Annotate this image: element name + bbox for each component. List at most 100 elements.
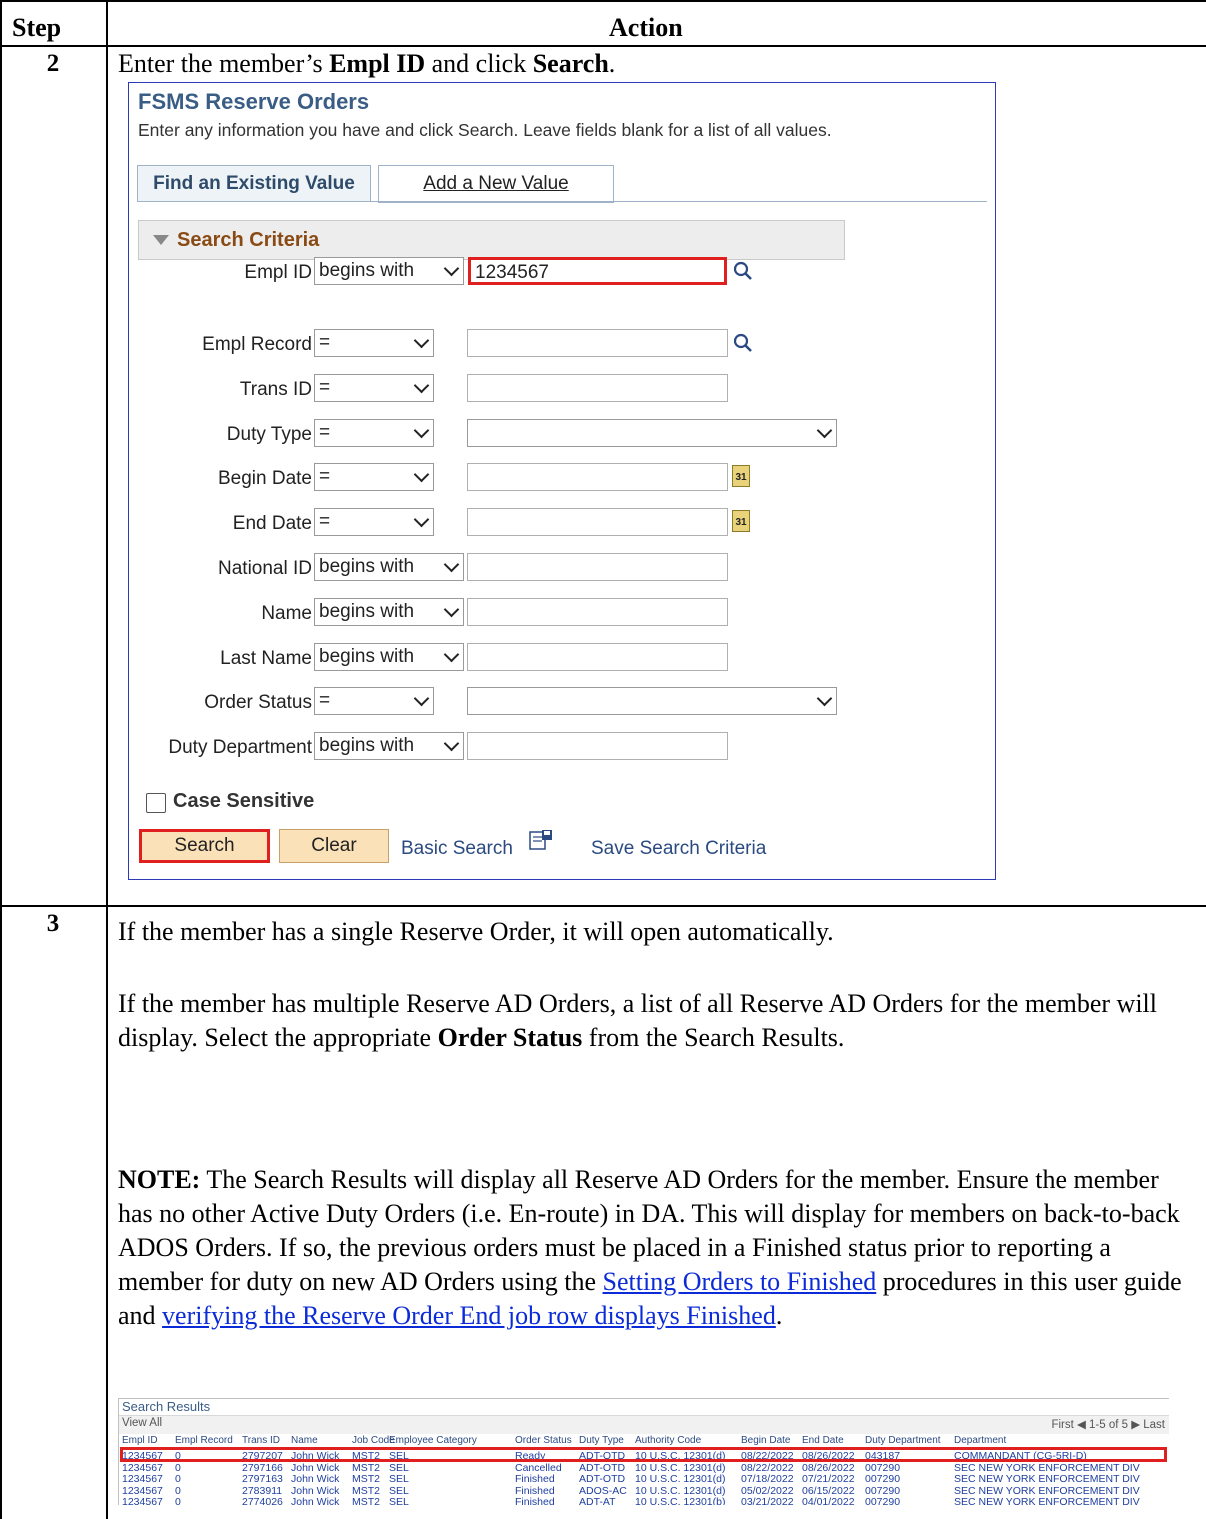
column-header[interactable]: Empl ID (122, 1435, 158, 1446)
table-cell: 2797163 (242, 1473, 283, 1485)
operator-select[interactable]: = (314, 329, 434, 357)
table-cell: John Wick (291, 1473, 340, 1485)
field-row-end-date: End Date = 31 (129, 508, 995, 540)
duty-department-input[interactable] (467, 732, 728, 760)
field-label: Name (261, 603, 312, 624)
operator-select[interactable]: begins with (314, 732, 464, 760)
operator-select[interactable]: = (314, 508, 434, 536)
tab-find-existing[interactable]: Find an Existing Value (137, 165, 371, 202)
field-row-empl-record: Empl Record = (129, 329, 995, 361)
search-button[interactable]: Search (139, 829, 270, 863)
duty-type-select[interactable] (467, 419, 837, 447)
table-cell: 04/01/2022 (802, 1496, 855, 1505)
field-label: Duty Department (168, 737, 312, 758)
save-search-icon[interactable] (529, 829, 553, 851)
field-label: Trans ID (239, 379, 312, 400)
chevron-down-icon (443, 556, 460, 573)
column-header[interactable]: End Date (802, 1435, 844, 1446)
table-cell: ADT-OTD (579, 1461, 626, 1474)
table-cell: Cancelled (515, 1461, 562, 1474)
order-status-select[interactable] (467, 687, 837, 715)
step3-note: NOTE: The Search Results will display al… (118, 1165, 1182, 1330)
table-cell: Finished (515, 1496, 555, 1505)
chevron-down-icon (816, 690, 833, 707)
column-header[interactable]: Department (954, 1435, 1006, 1446)
column-header[interactable]: Duty Department (865, 1435, 941, 1446)
tab-add-new[interactable]: Add a New Value (378, 165, 614, 203)
operator-select[interactable]: begins with (314, 553, 464, 581)
table-row[interactable]: 1234567 0 2783911 John Wick MST2 SEL Finished A… (119, 1485, 1169, 1497)
field-label: Order Status (204, 692, 312, 713)
column-header[interactable]: Empl Record (175, 1435, 233, 1446)
table-cell: MST2 (352, 1461, 381, 1474)
lookup-magnifier-icon[interactable] (733, 261, 753, 281)
operator-select[interactable]: = (314, 419, 434, 447)
table-cell: 10 U.S.C. 12301(d) (635, 1461, 726, 1474)
trans-id-input[interactable] (467, 374, 728, 402)
table-cell: SEL (389, 1496, 409, 1505)
empl-id-input[interactable]: 1234567 (468, 257, 727, 285)
operator-select[interactable]: = (314, 374, 434, 402)
table-cell: SEL (389, 1484, 409, 1497)
table-cell: 0 (175, 1496, 181, 1505)
setting-orders-finished-link[interactable]: Setting Orders to Finished (603, 1267, 877, 1296)
column-header[interactable]: Authority Code (635, 1435, 701, 1446)
begin-date-input[interactable] (467, 463, 728, 491)
results-toolbar (119, 1415, 1169, 1434)
table-row[interactable]: 1234567 0 2774026 John Wick MST2 SEL Finished A… (119, 1496, 1169, 1505)
chevron-down-icon (413, 422, 430, 439)
field-label: Begin Date (217, 468, 312, 489)
empl-record-input[interactable] (467, 329, 728, 357)
operator-select[interactable]: = (314, 463, 434, 491)
pagination-nav[interactable]: First ◀ 1-5 of 5 ▶ Last (1051, 1417, 1165, 1431)
operator-select[interactable]: begins with (314, 257, 464, 285)
last-name-input[interactable] (467, 643, 728, 671)
national-id-input[interactable] (467, 553, 728, 581)
search-criteria-header[interactable]: Search Criteria (138, 220, 845, 260)
operator-select[interactable]: begins with (314, 643, 464, 671)
table-cell: 1234567 (122, 1473, 163, 1485)
table-cell: 05/02/2022 (741, 1484, 794, 1497)
tab-divider (137, 201, 987, 202)
save-search-criteria-link[interactable]: Save Search Criteria (591, 838, 766, 860)
operator-select[interactable]: begins with (314, 598, 464, 626)
clear-button[interactable]: Clear (279, 829, 389, 863)
collapse-triangle-icon (153, 235, 169, 245)
chevron-down-icon (443, 735, 460, 752)
column-header[interactable]: Duty Type (579, 1435, 624, 1446)
table-row[interactable]: 1234567 0 2797163 John Wick MST2 SEL Finished A… (119, 1473, 1169, 1485)
basic-search-link[interactable]: Basic Search (401, 838, 513, 860)
lookup-magnifier-icon[interactable] (733, 333, 753, 353)
table-cell: MST2 (352, 1496, 381, 1505)
field-label: Duty Type (226, 424, 312, 445)
calendar-icon[interactable]: 31 (732, 510, 750, 532)
table-cell: 07/18/2022 (741, 1473, 794, 1485)
ready-row-highlight (120, 1447, 1167, 1462)
field-row-name: Name begins with (129, 598, 995, 630)
field-row-last-name: Last Name begins with (129, 643, 995, 675)
end-date-input[interactable] (467, 508, 728, 536)
column-header[interactable]: Trans ID (242, 1435, 280, 1446)
column-header[interactable]: Name (291, 1435, 318, 1446)
operator-select[interactable]: = (314, 687, 434, 715)
view-all-link[interactable]: View All (122, 1417, 162, 1429)
column-header[interactable]: Order Status (515, 1435, 572, 1446)
table-cell: 10 U.S.C. 12301(b) (635, 1496, 726, 1505)
calendar-icon[interactable]: 31 (732, 465, 750, 487)
chevron-down-icon (816, 422, 833, 439)
table-cell: 2783911 (242, 1484, 283, 1497)
table-row[interactable]: 1234567 0 2797166 John Wick MST2 SEL Cancelled… (119, 1462, 1169, 1474)
search-criteria-label: Search Criteria (177, 228, 320, 251)
verify-order-end-link[interactable]: verifying the Reserve Order End job row … (162, 1301, 776, 1330)
case-sensitive-checkbox[interactable] (146, 793, 166, 813)
chevron-down-icon (413, 690, 430, 707)
step-number-3: 3 (46, 910, 60, 937)
chevron-down-icon (413, 377, 430, 394)
column-header[interactable]: Employee Category (389, 1435, 477, 1446)
column-header[interactable]: Begin Date (741, 1435, 790, 1446)
table-cell: John Wick (291, 1496, 340, 1505)
table-cell: Finished (515, 1484, 555, 1497)
name-input[interactable] (467, 598, 728, 626)
table-cell: Finished (515, 1473, 555, 1485)
chevron-down-icon (443, 601, 460, 618)
